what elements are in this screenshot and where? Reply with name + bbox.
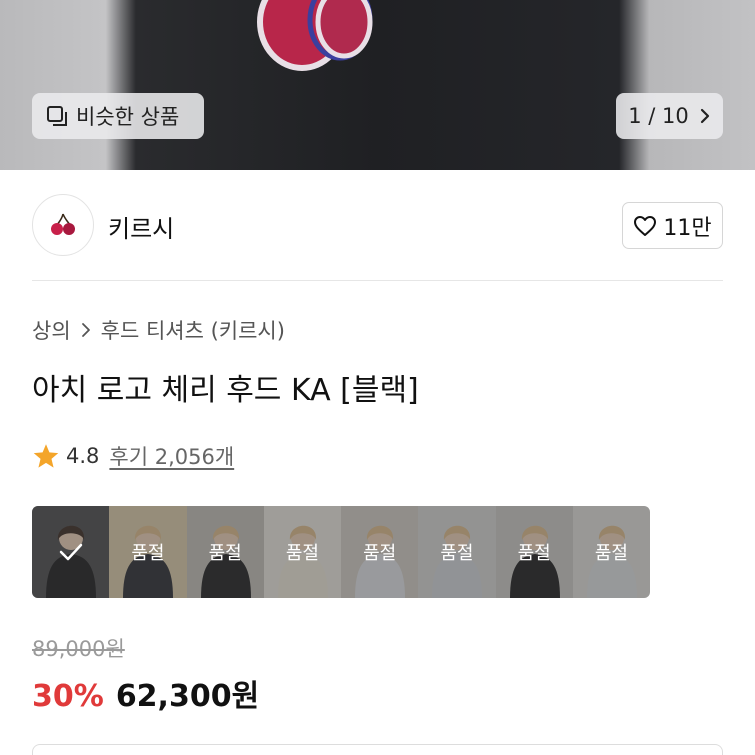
like-count: 11만 bbox=[663, 215, 712, 241]
similar-products-button[interactable]: 비슷한 상품 bbox=[32, 93, 204, 139]
rating-score: 4.8 bbox=[66, 444, 100, 468]
checkmark-icon bbox=[59, 543, 82, 561]
cherry-logo-icon bbox=[51, 213, 75, 235]
original-price: 89,000원 bbox=[32, 637, 125, 661]
color-option[interactable]: 품절 bbox=[418, 506, 496, 598]
soldout-label: 품절 bbox=[285, 543, 319, 564]
soldout-label: 품절 bbox=[440, 543, 474, 564]
color-option[interactable]: 품절 bbox=[263, 506, 341, 598]
breadcrumb-category[interactable]: 상의 bbox=[32, 315, 71, 345]
color-option[interactable]: 품절 bbox=[341, 506, 419, 598]
color-option[interactable]: 품절 bbox=[572, 506, 650, 598]
product-image-carousel[interactable]: 비슷한 상품 1 / 10 bbox=[0, 0, 755, 170]
chevron-right-icon bbox=[81, 323, 90, 337]
similar-products-label: 비슷한 상품 bbox=[76, 105, 180, 129]
breadcrumb-subcategory[interactable]: 후드 티셔츠 (키르시) bbox=[101, 315, 285, 345]
star-icon bbox=[33, 443, 59, 468]
heart-icon bbox=[634, 215, 657, 236]
image-pager-button[interactable]: 1 / 10 bbox=[616, 93, 723, 139]
color-option[interactable]: 품절 bbox=[495, 506, 573, 598]
brand-row: 키르시 11만 bbox=[0, 192, 755, 258]
color-option[interactable]: 품절 bbox=[186, 506, 264, 598]
breadcrumb: 상의 후드 티셔츠 (키르시) bbox=[32, 315, 285, 345]
sale-price: 62,300원 bbox=[115, 679, 260, 714]
rating-summary: 4.8 후기 2,056개 bbox=[32, 441, 234, 471]
sale-price-row: 30% 62,300원 bbox=[32, 671, 259, 715]
soldout-label: 품절 bbox=[517, 543, 551, 564]
color-options: 품절 품절 품절 품절 품절 품절 품절 bbox=[32, 506, 650, 598]
brand-name[interactable]: 키르시 bbox=[108, 209, 174, 244]
color-option[interactable] bbox=[32, 506, 110, 598]
brand-logo[interactable] bbox=[32, 194, 94, 256]
chevron-right-icon bbox=[700, 108, 709, 124]
cherry-graphic bbox=[257, 0, 373, 71]
next-section-box bbox=[32, 744, 723, 755]
similar-items-icon bbox=[47, 106, 67, 126]
image-pager-label: 1 / 10 bbox=[628, 104, 689, 128]
soldout-label: 품절 bbox=[131, 543, 165, 564]
soldout-label: 품절 bbox=[208, 543, 242, 564]
product-title: 아치 로고 체리 후드 KA [블랙] bbox=[32, 373, 419, 408]
divider bbox=[32, 280, 723, 281]
review-link[interactable]: 후기 2,056개 bbox=[109, 441, 234, 471]
discount-rate: 30% bbox=[32, 679, 104, 714]
soldout-label: 품절 bbox=[363, 543, 397, 564]
color-option[interactable]: 품절 bbox=[109, 506, 187, 598]
like-button[interactable]: 11만 bbox=[622, 202, 723, 249]
soldout-label: 품절 bbox=[594, 543, 628, 564]
